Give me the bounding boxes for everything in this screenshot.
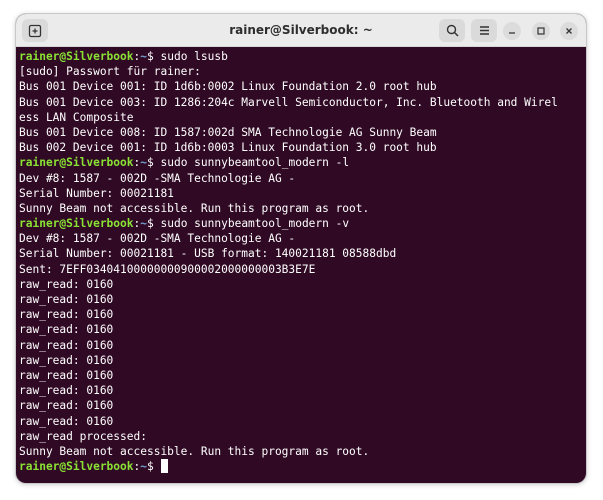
command-line: rainer@Silverbook:~$ sudo sunnybeamtool_… [19,155,586,170]
command-text: sudo sunnybeamtool_modern -v [160,217,350,231]
output-line: raw_read: 0160 [19,308,114,322]
close-icon [566,28,572,34]
output-line: raw_read: 0160 [19,368,114,382]
text-cursor [160,459,168,474]
prompt-user-host: rainer@Silverbook [19,217,134,231]
minimize-button[interactable] [503,22,521,40]
output-line: raw_read: 0160 [19,338,114,352]
output-line: ess LAN Composite [19,110,134,124]
prompt-symbol: $ [147,50,161,63]
output-line: Serial Number: 00021181 [19,186,174,200]
output-line: Bus 001 Device 008: ID 1587:002d SMA Tec… [19,125,437,139]
terminal-output[interactable]: rainer@Silverbook:~$ sudo lsusb [sudo] Pa… [16,47,586,474]
output-line: Serial Number: 00021181 - USB format: 14… [19,247,397,261]
command-line: rainer@Silverbook:~$ [19,459,586,474]
prompt-path: ~ [140,156,148,170]
output-line: raw_read: 0160 [19,384,114,398]
prompt-path: ~ [140,217,148,231]
output-line: Sunny Beam not accessible. Run this prog… [19,444,370,458]
prompt-symbol: $ [147,460,161,474]
menu-button[interactable] [471,19,497,42]
maximize-icon [537,27,545,35]
output-line: raw_read: 0160 [19,293,114,306]
output-line: raw_read: 0160 [19,399,114,413]
output-line: raw_read: 0160 [19,323,114,337]
output-line: Sunny Beam not accessible. Run this prog… [19,201,370,215]
output-line: Bus 002 Device 001: ID 1d6b:0003 Linux F… [19,141,437,155]
search-button[interactable] [439,19,465,42]
output-line: Bus 001 Device 003: ID 1286:204c Marvell… [19,95,558,109]
output-line: [sudo] Passwort für rainer: [19,65,201,79]
hamburger-menu-icon [479,26,489,35]
output-line: Dev #8: 1587 - 002D -SMA Technologie AG … [19,171,296,185]
output-line: Bus 001 Device 001: ID 1d6b:0002 Linux F… [19,80,437,94]
window-title: rainer@Silverbook: ~ [229,23,373,37]
prompt-path: ~ [140,50,148,63]
prompt-path: ~ [140,460,148,474]
maximize-button[interactable] [532,22,550,40]
output-line: Sent: 7EFF03404100000000900002000000003B… [19,262,316,276]
output-line: raw_read processed: [19,429,147,443]
title-bar[interactable]: rainer@Silverbook: ~ [16,14,586,47]
prompt-symbol: $ [147,156,161,170]
command-line: rainer@Silverbook:~$ sudo sunnybeamtool_… [19,216,586,231]
search-icon [446,24,459,37]
output-line: raw_read: 0160 [19,353,114,367]
command-line: rainer@Silverbook:~$ sudo lsusb [19,49,586,64]
command-text: sudo sunnybeamtool_modern -l [160,156,350,170]
command-text: sudo lsusb [160,50,228,63]
prompt-user-host: rainer@Silverbook [19,460,134,474]
prompt-user-host: rainer@Silverbook [19,50,134,63]
close-button[interactable] [560,22,578,40]
terminal-window: rainer@Silverbook: ~ rainer@Silverbook:~… [16,14,586,483]
prompt-symbol: $ [147,217,161,231]
output-line: raw_read: 0160 [19,414,114,428]
output-line: raw_read: 0160 [19,277,114,291]
output-line: Dev #8: 1587 - 002D -SMA Technologie AG … [19,232,296,246]
prompt-user-host: rainer@Silverbook [19,156,134,170]
minimize-icon [509,32,515,34]
